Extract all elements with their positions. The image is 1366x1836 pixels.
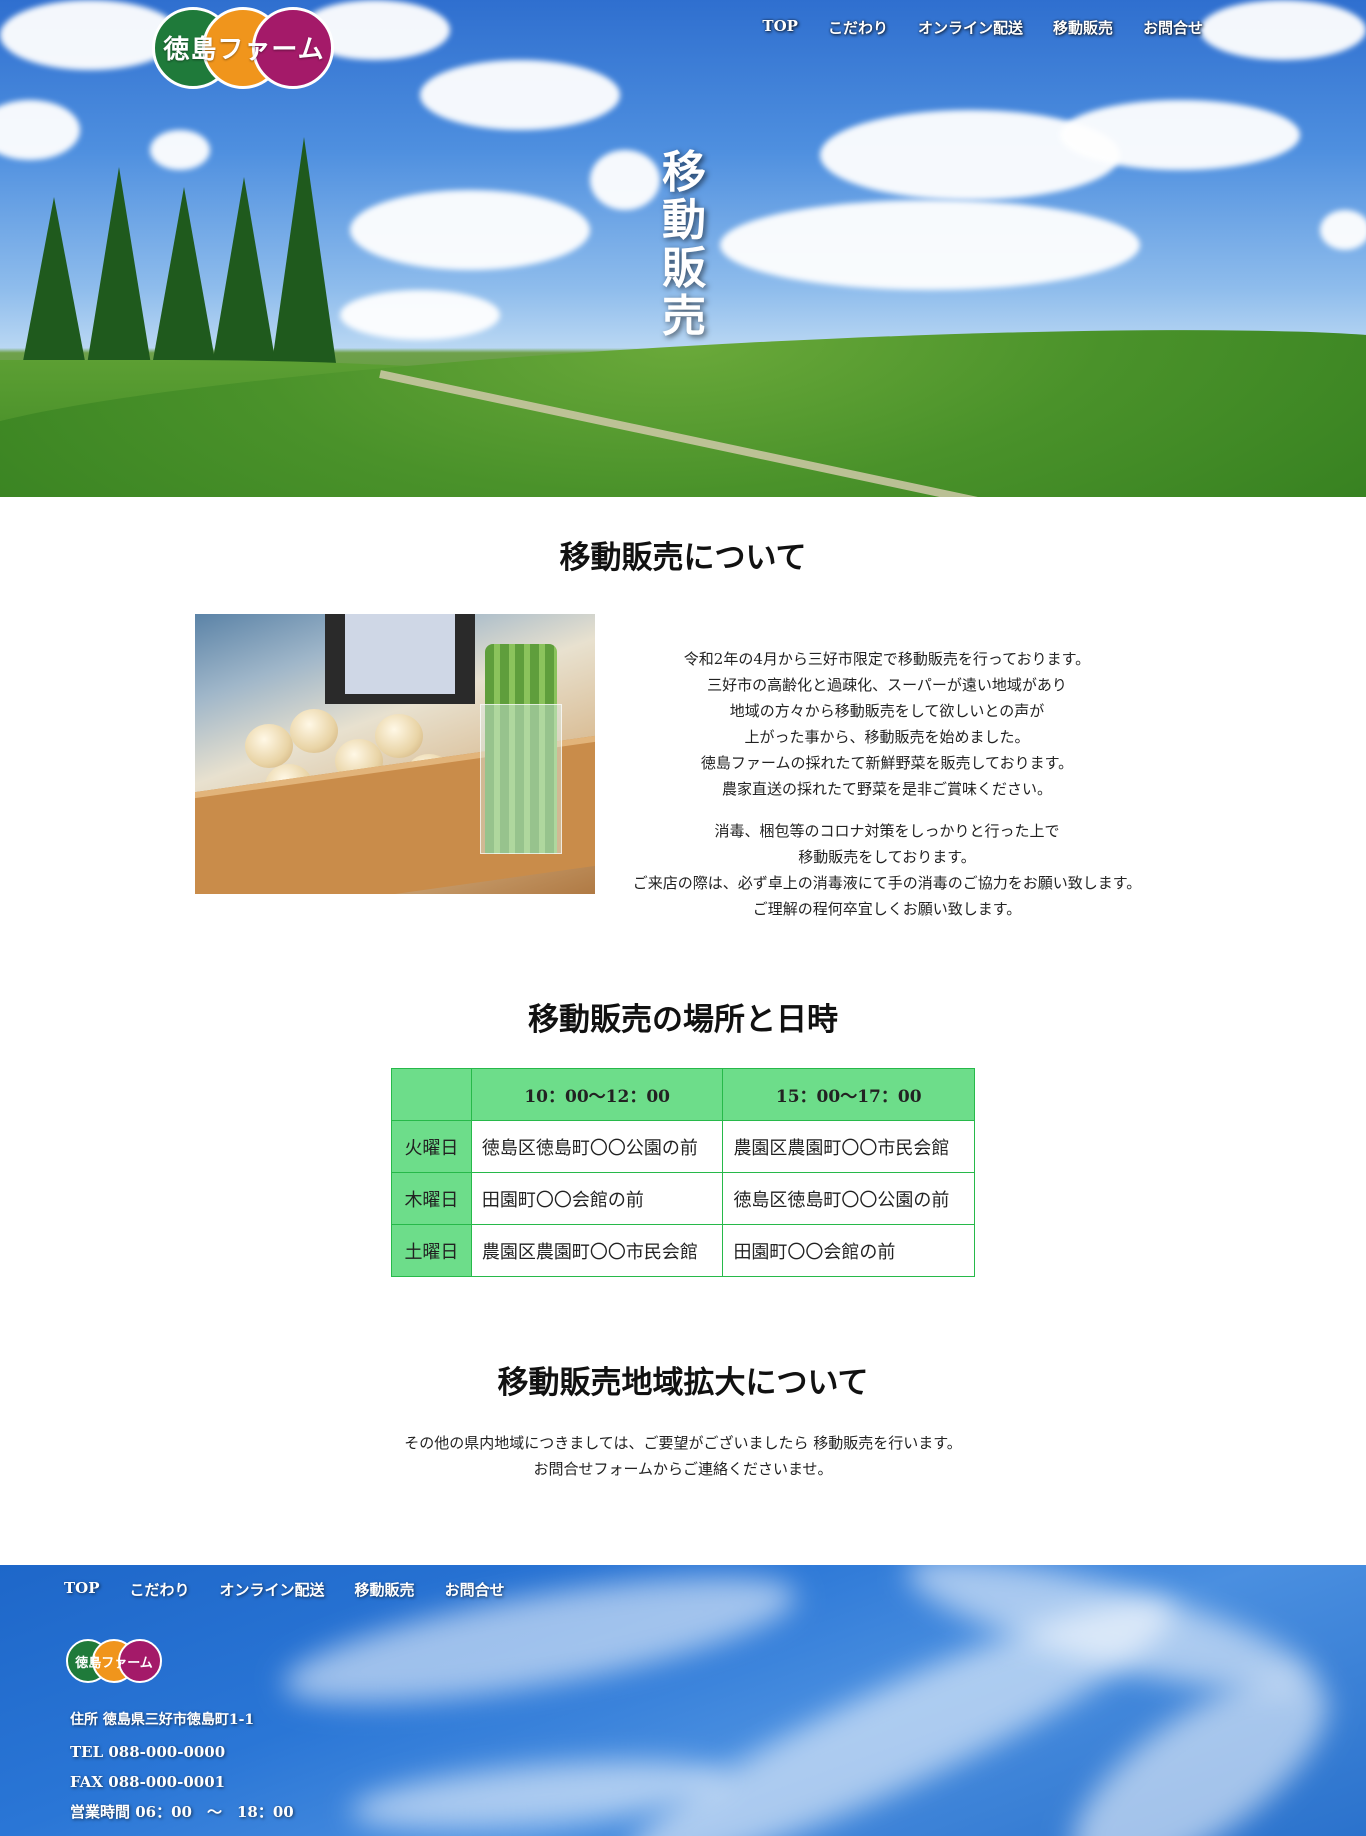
vegetables-photo: [195, 614, 595, 894]
footer-tel: TEL 088-000-0000: [70, 1743, 226, 1761]
table-row: 土曜日 農園区農園町〇〇市民会館 田園町〇〇会館の前: [391, 1224, 975, 1277]
hero-title-char: 売: [662, 291, 706, 342]
location-cell: 農園区農園町〇〇市民会館: [722, 1120, 975, 1173]
column-header-afternoon: 15：00～17：00: [722, 1068, 975, 1121]
hero-title-char: 動: [662, 195, 706, 246]
main-nav: TOP こだわり オンライン配送 移動販売 お問合せ: [762, 17, 1203, 38]
about-text: 令和2年の4月から三好市限定で移動販売を行っております。 三好市の高齢化と過疎化…: [602, 646, 1172, 938]
schedule-table: 10：00～12：00 15：00～17：00 火曜日 徳島区徳島町〇〇公園の前…: [391, 1068, 975, 1277]
schedule-heading: 移動販売の場所と日時: [528, 1002, 838, 1038]
nav-online-delivery[interactable]: オンライン配送: [918, 17, 1023, 38]
footer-nav-online-delivery[interactable]: オンライン配送: [220, 1579, 325, 1600]
footer-logo-text: 徳島ファーム: [75, 1656, 153, 1671]
about-line: 移動販売をしております。: [798, 848, 976, 866]
about-line: 地域の方々から移動販売をして欲しいとの声が: [729, 702, 1045, 720]
about-line: ご理解の程何卒宜しくお願い致します。: [752, 900, 1022, 918]
about-line: 徳島ファームの採れたて新鮮野菜を販売しております。: [700, 754, 1074, 772]
site-footer: TOP こだわり オンライン配送 移動販売 お問合せ 徳島ファーム 住所 徳島県…: [0, 1565, 1366, 1836]
location-cell: 農園区農園町〇〇市民会館: [470, 1224, 724, 1277]
footer-nav-contact[interactable]: お問合せ: [445, 1579, 505, 1600]
footer-contact-info: 住所 徳島県三好市徳島町1-1 TEL 088-000-0000 FAX 088…: [70, 1705, 294, 1827]
footer-hours: 営業時間 06：00 ～ 18：00: [70, 1803, 294, 1821]
location-cell: 田園町〇〇会館の前: [722, 1224, 975, 1277]
day-cell: 火曜日: [391, 1120, 472, 1173]
nav-mobile-sales[interactable]: 移動販売: [1053, 17, 1113, 38]
day-cell: 木曜日: [391, 1172, 472, 1225]
brand-logo[interactable]: 徳島ファーム: [152, 7, 336, 89]
table-corner-cell: [391, 1068, 472, 1121]
footer-nav-top[interactable]: TOP: [64, 1579, 100, 1600]
hero-title-char: 移: [662, 147, 706, 198]
about-para-1: 令和2年の4月から三好市限定で移動販売を行っております。 三好市の高齢化と過疎化…: [602, 646, 1172, 802]
hero-title: 移 動 販 売: [660, 147, 708, 342]
nav-contact[interactable]: お問合せ: [1143, 17, 1203, 38]
table-header-row: 10：00～12：00 15：00～17：00: [391, 1068, 975, 1121]
about-line: 農家直送の採れたて野菜を是非ご賞味ください。: [721, 780, 1052, 798]
footer-address: 住所 徳島県三好市徳島町1-1: [70, 1712, 255, 1728]
about-line: 消毒、梱包等のコロナ対策をしっかりと行った上で: [714, 822, 1060, 840]
footer-nav-mobile-sales[interactable]: 移動販売: [355, 1579, 415, 1600]
table-row: 火曜日 徳島区徳島町〇〇公園の前 農園区農園町〇〇市民会館: [391, 1120, 975, 1173]
footer-nav: TOP こだわり オンライン配送 移動販売 お問合せ: [64, 1579, 505, 1600]
table-row: 木曜日 田園町〇〇会館の前 徳島区徳島町〇〇公園の前: [391, 1172, 975, 1225]
nav-top[interactable]: TOP: [762, 17, 798, 38]
brand-logo-text: 徳島ファーム: [163, 35, 325, 65]
location-cell: 田園町〇〇会館の前: [470, 1172, 724, 1225]
location-cell: 徳島区徳島町〇〇公園の前: [470, 1120, 724, 1173]
expand-line: お問合せフォームからご連絡くださいませ。: [533, 1460, 833, 1478]
location-cell: 徳島区徳島町〇〇公園の前: [722, 1172, 975, 1225]
footer-fax: FAX 088-000-0001: [70, 1773, 226, 1791]
day-cell: 土曜日: [391, 1224, 472, 1277]
about-line: 上がった事から、移動販売を始めました。: [744, 728, 1030, 746]
expand-line: その他の県内地域につきましては、ご要望がございましたら 移動販売を行います。: [404, 1434, 962, 1452]
nav-kodawari[interactable]: こだわり: [828, 17, 888, 38]
about-line: 令和2年の4月から三好市限定で移動販売を行っております。: [683, 650, 1091, 668]
footer-nav-kodawari[interactable]: こだわり: [130, 1579, 190, 1600]
expand-text: その他の県内地域につきましては、ご要望がございましたら 移動販売を行います。 お…: [0, 1430, 1366, 1482]
hero-banner: 徳島ファーム TOP こだわり オンライン配送 移動販売 お問合せ 移 動 販 …: [0, 0, 1366, 497]
hero-title-char: 販: [662, 243, 706, 294]
about-line: ご来店の際は、必ず卓上の消毒液にて手の消毒のご協力をお願い致します。: [632, 874, 1142, 892]
column-header-morning: 10：00～12：00: [470, 1068, 724, 1121]
about-heading: 移動販売について: [559, 540, 807, 576]
about-para-2: 消毒、梱包等のコロナ対策をしっかりと行った上で 移動販売をしております。 ご来店…: [602, 818, 1172, 922]
footer-logo[interactable]: 徳島ファーム: [66, 1639, 162, 1683]
about-line: 三好市の高齢化と過疎化、スーパーが遠い地域があり: [707, 676, 1067, 694]
expand-heading: 移動販売地域拡大について: [497, 1365, 869, 1401]
